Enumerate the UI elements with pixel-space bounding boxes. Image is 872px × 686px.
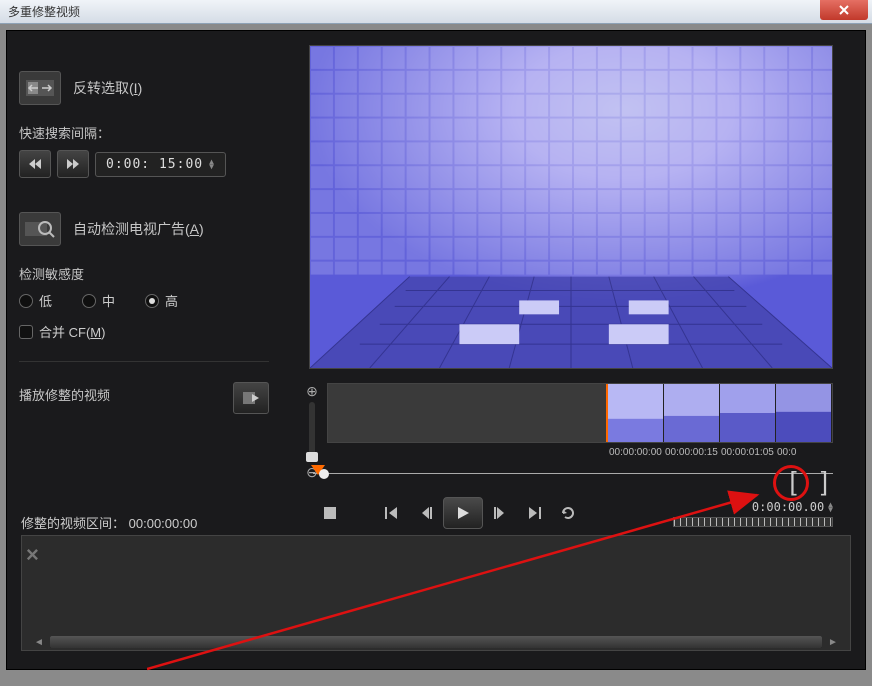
- clear-clips-button[interactable]: ×: [26, 542, 39, 568]
- checkbox-icon: [19, 325, 33, 339]
- search-interval-label: 快速搜索间隔：: [19, 123, 269, 142]
- rewind-icon: [28, 158, 42, 170]
- radio-high[interactable]: 高: [145, 291, 178, 310]
- timeline-strip[interactable]: [327, 383, 833, 443]
- trim-region-label: 修整的视频区间： 00:00:00:00: [21, 513, 197, 532]
- title-bar: 多重修整视频: [0, 0, 872, 24]
- thumbnail[interactable]: [608, 384, 664, 442]
- sensitivity-label: 检测敏感度: [19, 264, 269, 283]
- fast-forward-icon: [66, 158, 80, 170]
- auto-detect-row[interactable]: 自动检测电视广告(A): [19, 212, 269, 246]
- prev-frame-icon: [420, 507, 432, 519]
- spinner-icon[interactable]: ▲▼: [828, 502, 833, 512]
- thumbnail[interactable]: [720, 384, 776, 442]
- timecode: 00:00:00:15: [665, 447, 721, 458]
- next-frame-icon: [494, 507, 506, 519]
- go-end-icon: [527, 507, 541, 519]
- radio-low[interactable]: 低: [19, 291, 52, 310]
- search-forward-button[interactable]: [57, 150, 89, 178]
- search-interval-controls: 0:00: 15:00 ▲▼: [19, 150, 269, 178]
- magnifier-film-icon: [19, 212, 61, 246]
- scrollbar-thumb[interactable]: [50, 636, 822, 648]
- left-panel: 反转选取(I) 快速搜索间隔： 0:00: 15:00 ▲▼ 自动检测电视广告(…: [19, 71, 269, 424]
- divider: [19, 361, 269, 362]
- video-preview: [309, 45, 833, 369]
- timeline-timecodes: 00:00:00:00 00:00:00:15 00:00:01:05 00:0: [327, 447, 833, 458]
- search-back-button[interactable]: [19, 150, 51, 178]
- invert-selection-icon: [19, 71, 61, 105]
- invert-selection-label: 反转选取(I): [73, 78, 142, 98]
- clips-scrollbar[interactable]: [50, 636, 822, 648]
- next-frame-button[interactable]: [483, 499, 517, 527]
- close-button[interactable]: [820, 0, 868, 20]
- trim-region-value: 00:00:00:00: [129, 516, 198, 531]
- radio-mid[interactable]: 中: [82, 291, 115, 310]
- transport-bar: 0:00:00.00 ▲▼: [313, 497, 833, 529]
- search-interval-value: 0:00: 15:00: [106, 157, 203, 172]
- play-trimmed-icon: [242, 390, 260, 406]
- timecode: 00:00:01:05: [721, 447, 777, 458]
- timecode: 00:00:00:00: [609, 447, 665, 458]
- zoom-in-icon[interactable]: ⊕: [306, 383, 318, 400]
- thumbnail[interactable]: [664, 384, 720, 442]
- jog-ruler[interactable]: [673, 517, 833, 527]
- preview-image: [310, 46, 832, 368]
- go-start-button[interactable]: [375, 499, 409, 527]
- trimmed-clips-pane: × ◄ ►: [21, 535, 851, 651]
- stop-icon: [324, 507, 336, 519]
- thumbnail[interactable]: [776, 384, 832, 442]
- prev-frame-button[interactable]: [409, 499, 443, 527]
- workspace: 反转选取(I) 快速搜索间隔： 0:00: 15:00 ▲▼ 自动检测电视广告(…: [6, 30, 866, 670]
- seek-playhead[interactable]: [319, 469, 329, 479]
- play-trimmed-button[interactable]: [233, 382, 269, 414]
- strip-empty: [328, 384, 606, 442]
- seek-bar[interactable]: [313, 467, 833, 481]
- auto-detect-label: 自动检测电视广告(A): [73, 219, 204, 239]
- timecode: 00:0: [777, 447, 833, 458]
- scroll-left-button[interactable]: ◄: [32, 636, 46, 648]
- play-icon: [456, 506, 470, 520]
- mark-in-button[interactable]: [: [787, 471, 800, 491]
- search-interval-time[interactable]: 0:00: 15:00 ▲▼: [95, 152, 226, 177]
- stop-button[interactable]: [313, 499, 347, 527]
- play-button[interactable]: [443, 497, 483, 529]
- strip-thumbnails: [606, 384, 832, 442]
- loop-icon: [560, 506, 576, 520]
- merge-cf-checkbox[interactable]: 合并 CF(M): [19, 322, 269, 341]
- play-trimmed-label: 播放修整的视频: [19, 385, 110, 404]
- loop-button[interactable]: [551, 499, 585, 527]
- invert-selection-row[interactable]: 反转选取(I): [19, 71, 269, 105]
- scroll-right-button[interactable]: ►: [826, 636, 840, 648]
- go-start-icon: [385, 507, 399, 519]
- mark-out-button[interactable]: ]: [818, 471, 831, 491]
- sensitivity-radios: 低 中 高: [19, 291, 269, 310]
- current-timecode[interactable]: 0:00:00.00 ▲▼: [752, 500, 833, 514]
- zoom-thumb[interactable]: [306, 452, 318, 462]
- go-end-button[interactable]: [517, 499, 551, 527]
- spinner-icon[interactable]: ▲▼: [209, 159, 215, 169]
- close-icon: [838, 4, 850, 16]
- window-title: 多重修整视频: [8, 3, 820, 20]
